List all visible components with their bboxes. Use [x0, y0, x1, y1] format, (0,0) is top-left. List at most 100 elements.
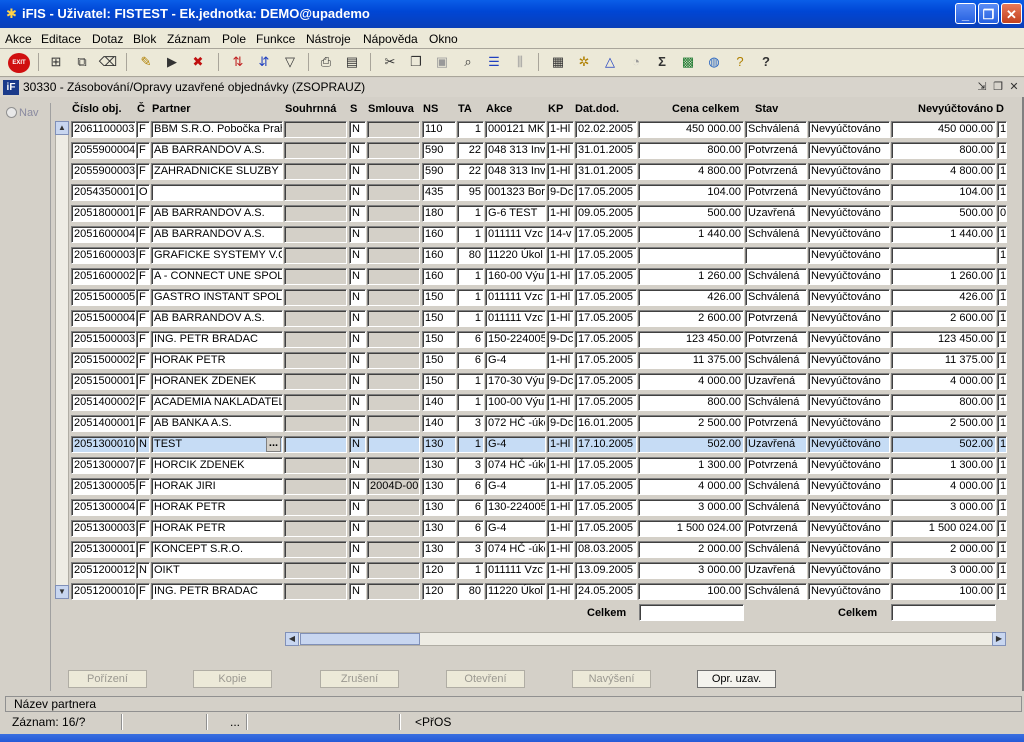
cell-souhrnna[interactable]: [284, 121, 347, 138]
cell-cislo[interactable]: 2051500002: [71, 352, 136, 369]
cell-cena[interactable]: 104.00: [638, 184, 744, 201]
cell-datdod[interactable]: 17.05.2005: [575, 394, 637, 411]
cell-cislo[interactable]: 2051500003: [71, 331, 136, 348]
cell-partner[interactable]: HORAK PETR: [151, 499, 283, 516]
cell-cislo[interactable]: 2061100003: [71, 121, 136, 138]
cell-vyuctovani[interactable]: Nevyúčtováno: [808, 583, 890, 600]
cell-nevyuct[interactable]: 3 000.00: [891, 499, 996, 516]
cell-s[interactable]: N: [349, 289, 366, 306]
cell-c[interactable]: F: [136, 373, 150, 390]
cell-souhrnna[interactable]: [284, 184, 347, 201]
cell-nevyuct[interactable]: 800.00: [891, 142, 996, 159]
cell-souhrnna[interactable]: [284, 415, 347, 432]
cell-smlouva[interactable]: [367, 583, 420, 600]
cell-ns[interactable]: 160: [422, 247, 456, 264]
cell-souhrnna[interactable]: [284, 142, 347, 159]
cell-kp[interactable]: 1-Hl: [547, 478, 574, 495]
cell-ns[interactable]: 110: [422, 121, 456, 138]
cell-kp[interactable]: 1-Hl: [547, 394, 574, 411]
cell-partner[interactable]: HORAK PETR: [151, 520, 283, 537]
cell-cena[interactable]: 2 500.00: [638, 415, 744, 432]
cell-ta[interactable]: 3: [457, 415, 484, 432]
cell-datdod[interactable]: 17.05.2005: [575, 289, 637, 306]
cell-kp[interactable]: 1-Hl: [547, 520, 574, 537]
cell-stav[interactable]: Uzavřená: [745, 205, 807, 222]
cell-nevyuct[interactable]: 100.00: [891, 583, 996, 600]
cell-souhrnna[interactable]: [284, 226, 347, 243]
cell-kp[interactable]: 1-Hl: [547, 310, 574, 327]
cell-ns[interactable]: 435: [422, 184, 456, 201]
horizontal-scroll-thumb[interactable]: [300, 633, 420, 645]
menu-zaznam[interactable]: Záznam: [167, 32, 210, 46]
cell-cislo[interactable]: 2051600003: [71, 247, 136, 264]
cancel-query-icon[interactable]: ✖: [188, 52, 208, 72]
cell-nevyuct[interactable]: 500.00: [891, 205, 996, 222]
cell-cena[interactable]: 4 800.00: [638, 163, 744, 180]
cell-c[interactable]: F: [136, 247, 150, 264]
cell-ta[interactable]: 1: [457, 226, 484, 243]
cell-ta[interactable]: 1: [457, 310, 484, 327]
cell-s[interactable]: N: [349, 163, 366, 180]
cell-souhrnna[interactable]: [284, 247, 347, 264]
cell-stav[interactable]: Potvrzená: [745, 163, 807, 180]
cell-partner[interactable]: HORCIK ZDENEK: [151, 457, 283, 474]
cell-nevyuct[interactable]: 1 440.00: [891, 226, 996, 243]
cell-partner[interactable]: GASTRO INSTANT SPOL.: [151, 289, 283, 306]
cell-souhrnna[interactable]: [284, 457, 347, 474]
scroll-right-icon[interactable]: ▶: [992, 632, 1006, 646]
cell-ta[interactable]: 3: [457, 457, 484, 474]
cell-partner[interactable]: HORANEK ZDENEK: [151, 373, 283, 390]
cell-datdod[interactable]: 24.05.2005: [575, 583, 637, 600]
porizeni-button[interactable]: Pořízení: [68, 670, 147, 688]
cell-kp[interactable]: 9-Dc: [547, 184, 574, 201]
cell-ns[interactable]: 160: [422, 268, 456, 285]
cell-kp[interactable]: 14-v: [547, 226, 574, 243]
scroll-down-icon[interactable]: ▼: [55, 585, 69, 599]
cell-datdod[interactable]: 31.01.2005: [575, 142, 637, 159]
otevreni-button[interactable]: Otevření: [446, 670, 525, 688]
navyseni-button[interactable]: Navýšení: [572, 670, 651, 688]
cell-cena[interactable]: [638, 247, 744, 264]
cell-cislo[interactable]: 2055900004: [71, 142, 136, 159]
cell-vyuctovani[interactable]: Nevyúčtováno: [808, 394, 890, 411]
cell-c[interactable]: N: [136, 562, 150, 579]
cell-vyuctovani[interactable]: Nevyúčtováno: [808, 121, 890, 138]
cell-datdod[interactable]: 09.05.2005: [575, 205, 637, 222]
enter-query-icon[interactable]: ✎: [136, 52, 156, 72]
help-icon[interactable]: ?: [756, 52, 776, 72]
cell-ns[interactable]: 590: [422, 163, 456, 180]
cell-datdod[interactable]: 17.05.2005: [575, 226, 637, 243]
insert-record-icon[interactable]: ⊞: [46, 52, 66, 72]
kopie-button[interactable]: Kopie: [193, 670, 272, 688]
cell-d[interactable]: 1: [997, 121, 1007, 138]
cell-nevyuct[interactable]: 4 000.00: [891, 478, 996, 495]
internet-icon[interactable]: ◍: [704, 52, 724, 72]
cell-datdod[interactable]: 17.05.2005: [575, 457, 637, 474]
cell-stav[interactable]: Schválená: [745, 289, 807, 306]
zruseni-button[interactable]: Zrušení: [320, 670, 399, 688]
sum-icon[interactable]: Σ: [652, 52, 672, 72]
cell-vyuctovani[interactable]: Nevyúčtováno: [808, 373, 890, 390]
cell-s[interactable]: N: [349, 562, 366, 579]
cell-d[interactable]: 1: [997, 394, 1007, 411]
cell-d[interactable]: 1: [997, 499, 1007, 516]
cell-ta[interactable]: 1: [457, 205, 484, 222]
cell-partner[interactable]: AB BARRANDOV A.S.: [151, 142, 283, 159]
cell-ns[interactable]: 150: [422, 289, 456, 306]
cell-cislo[interactable]: 2051800001: [71, 205, 136, 222]
cell-smlouva[interactable]: [367, 247, 420, 264]
cell-ns[interactable]: 150: [422, 331, 456, 348]
cell-partner[interactable]: AB BARRANDOV A.S.: [151, 226, 283, 243]
cell-d[interactable]: 1: [997, 331, 1007, 348]
menu-funkce[interactable]: Funkce: [256, 32, 295, 46]
filter-icon[interactable]: ▽: [280, 52, 300, 72]
cell-partner[interactable]: TEST: [151, 436, 283, 453]
cell-smlouva[interactable]: [367, 268, 420, 285]
cell-nevyuct[interactable]: 123 450.00: [891, 331, 996, 348]
cell-cislo[interactable]: 2051600004: [71, 226, 136, 243]
cell-d[interactable]: 1: [997, 415, 1007, 432]
cell-smlouva[interactable]: [367, 457, 420, 474]
cell-nevyuct[interactable]: 1 500 024.00: [891, 520, 996, 537]
cell-cena[interactable]: 800.00: [638, 394, 744, 411]
sort-descending-icon[interactable]: ⇵: [254, 52, 274, 72]
